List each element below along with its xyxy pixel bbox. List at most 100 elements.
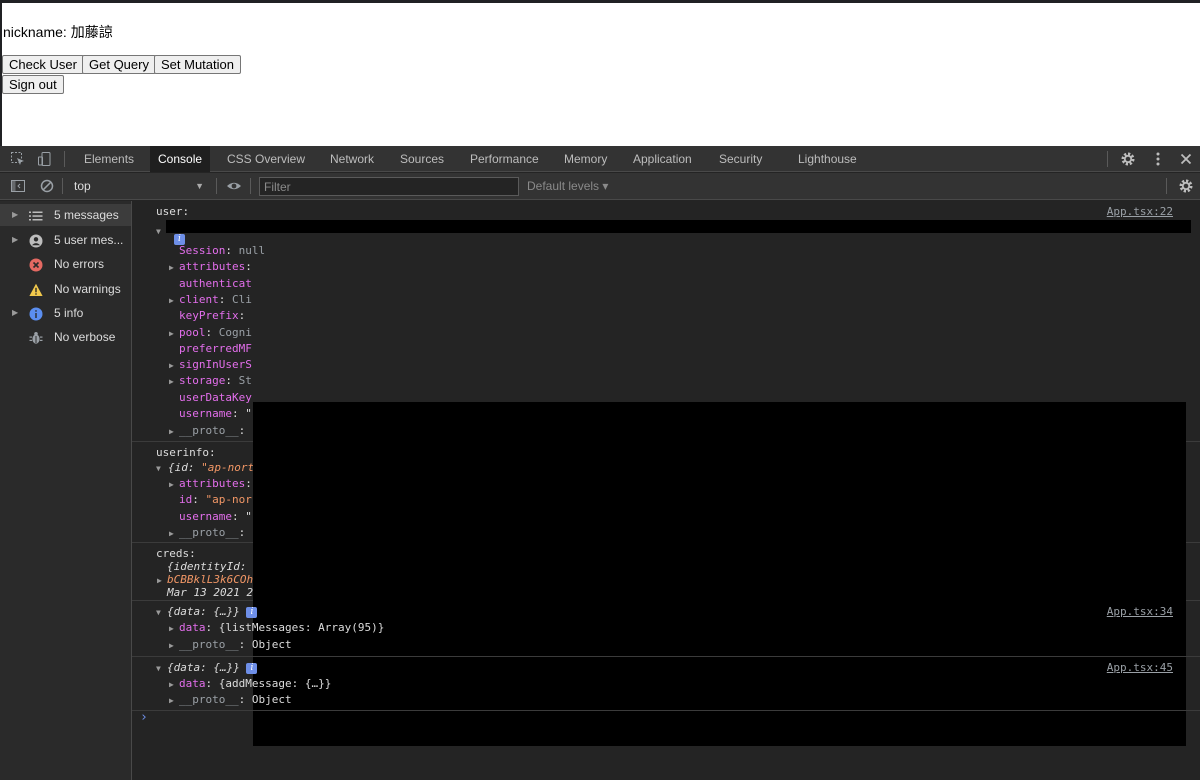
sidebar-toggle-icon[interactable]: [10, 178, 26, 194]
tab-memory[interactable]: Memory: [564, 146, 607, 172]
sidebar-item-label: No errors: [54, 257, 105, 271]
property-row[interactable]: attributes:: [179, 260, 252, 273]
expand-arrow-icon[interactable]: ▶: [169, 361, 174, 370]
info-badge: i: [246, 606, 258, 618]
sidebar-item-label: 5 info: [54, 306, 84, 320]
source-link[interactable]: App.tsx:45: [1107, 661, 1173, 674]
property-row[interactable]: pool: Cogni: [179, 326, 252, 339]
warning-icon: [29, 282, 43, 296]
property-row[interactable]: storage: St: [179, 374, 252, 387]
property-row[interactable]: __proto__: Object: [179, 638, 292, 651]
toolbar-separator: [1166, 178, 1167, 194]
message-label: userinfo:: [156, 446, 216, 459]
property-row: keyPrefix:: [179, 309, 246, 322]
expand-arrow-icon[interactable]: ▶: [169, 624, 174, 633]
expand-arrow-icon[interactable]: ▶: [169, 377, 174, 386]
property-row: id: "ap-nor: [179, 493, 252, 506]
tab-application[interactable]: Application: [633, 146, 692, 172]
toolbar-separator: [216, 178, 217, 194]
expand-arrow-icon: ▶: [12, 235, 19, 244]
expand-arrow-icon[interactable]: ▶: [169, 480, 174, 489]
eye-icon[interactable]: [226, 178, 242, 194]
expand-arrow-icon[interactable]: ▶: [169, 680, 174, 689]
bug-icon: [29, 330, 43, 344]
tab-network[interactable]: Network: [330, 146, 374, 172]
object-summary[interactable]: {data: {…}} i: [167, 661, 258, 674]
expand-arrow-icon[interactable]: ▶: [169, 263, 174, 272]
toolbar-separator: [64, 151, 65, 167]
devtools-tab-bar: Elements Console CSS Overview Network So…: [0, 146, 1200, 172]
set-mutation-button[interactable]: Set Mutation: [154, 55, 241, 74]
context-select[interactable]: top ▼: [68, 178, 208, 195]
expand-arrow-icon[interactable]: ▶: [169, 641, 174, 650]
check-user-button[interactable]: Check User: [2, 55, 84, 74]
error-icon: [29, 257, 43, 272]
property-row[interactable]: __proto__:: [179, 424, 245, 437]
expand-arrow-icon[interactable]: ▶: [169, 696, 174, 705]
property-row[interactable]: signInUserS: [179, 358, 252, 371]
sidebar-item-label: 5 user mes...: [54, 233, 124, 247]
clear-console-icon[interactable]: [39, 178, 55, 194]
object-summary[interactable]: {data: {…}} i: [167, 605, 258, 618]
timestamp-value: Mar 13 2021 2: [167, 586, 254, 599]
expand-arrow-icon[interactable]: ▼: [156, 464, 161, 473]
expand-arrow-icon[interactable]: ▶: [157, 576, 162, 585]
expand-arrow-icon[interactable]: ▼: [156, 664, 161, 673]
sidebar-item-warnings[interactable]: No warnings: [0, 278, 131, 300]
expand-arrow-icon[interactable]: ▶: [169, 329, 174, 338]
property-row: Session: null: [179, 244, 266, 257]
gear-icon[interactable]: [1120, 151, 1136, 167]
property-row[interactable]: data: {listMessages: Array(95)}: [179, 621, 384, 634]
nickname-text: nickname: 加藤諒: [3, 24, 113, 40]
user-icon: [29, 233, 43, 248]
tab-performance[interactable]: Performance: [470, 146, 539, 172]
sidebar-item-errors[interactable]: No errors: [0, 253, 131, 275]
expand-arrow-icon[interactable]: ▼: [156, 227, 161, 236]
sidebar-item-user-messages[interactable]: ▶ 5 user mes...: [0, 229, 131, 251]
sidebar-item-label: No verbose: [54, 330, 116, 344]
sidebar-item-info[interactable]: ▶ 5 info: [0, 302, 131, 324]
object-summary[interactable]: {id: "ap-nort: [168, 461, 254, 474]
property-row[interactable]: __proto__: Object: [179, 693, 292, 706]
info-badge: i: [246, 662, 258, 674]
get-query-button[interactable]: Get Query: [82, 55, 156, 74]
tab-lighthouse[interactable]: Lighthouse: [798, 146, 857, 172]
console-settings-gear-icon[interactable]: [1178, 178, 1194, 194]
source-link[interactable]: App.tsx:34: [1107, 605, 1173, 618]
log-levels-dropdown[interactable]: Default levels ▾: [527, 178, 608, 195]
device-toolbar-icon[interactable]: [37, 151, 53, 167]
console-prompt-chevron-icon[interactable]: ›: [140, 710, 148, 725]
devtools-panel: Elements Console CSS Overview Network So…: [0, 146, 1200, 780]
property-row[interactable]: client: Cli: [179, 293, 252, 306]
expand-arrow-icon[interactable]: ▶: [169, 427, 174, 436]
console-sidebar: ▶ 5 messages ▶ 5 user mes... No errors N…: [0, 201, 132, 780]
close-icon[interactable]: [1178, 151, 1194, 167]
console-output: user: App.tsx:22 ▼ i Session: null ▶ att…: [132, 201, 1200, 780]
expand-arrow-icon[interactable]: ▼: [156, 608, 161, 617]
tab-sources[interactable]: Sources: [400, 146, 444, 172]
sidebar-item-label: No warnings: [54, 282, 121, 296]
inspect-element-icon[interactable]: [10, 151, 26, 167]
property-row[interactable]: __proto__:: [179, 526, 245, 539]
property-row[interactable]: attributes:: [179, 477, 252, 490]
sign-out-button[interactable]: Sign out: [2, 75, 64, 94]
message-label: user:: [156, 205, 190, 218]
dropdown-arrow-icon: ▼: [195, 181, 204, 191]
sidebar-item-label: 5 messages: [54, 208, 119, 222]
expand-arrow-icon[interactable]: ▶: [169, 529, 174, 538]
tab-console[interactable]: Console: [150, 146, 211, 172]
expand-arrow-icon[interactable]: ▶: [169, 296, 174, 305]
tab-elements[interactable]: Elements: [84, 146, 134, 172]
property-row[interactable]: data: {addMessage: {…}}: [179, 677, 331, 690]
kebab-menu-icon[interactable]: [1150, 151, 1166, 167]
console-toolbar: top ▼ Default levels ▾: [0, 173, 1200, 200]
property-row: username: ": [179, 407, 252, 420]
sidebar-item-messages[interactable]: ▶ 5 messages: [0, 204, 131, 226]
tab-security[interactable]: Security: [719, 146, 762, 172]
sidebar-item-verbose[interactable]: No verbose: [0, 326, 131, 348]
expand-arrow-icon: ▶: [12, 308, 19, 317]
tab-css-overview[interactable]: CSS Overview: [227, 146, 305, 172]
info-icon: [29, 306, 43, 321]
source-link[interactable]: App.tsx:22: [1107, 205, 1173, 218]
filter-input[interactable]: [259, 177, 519, 196]
